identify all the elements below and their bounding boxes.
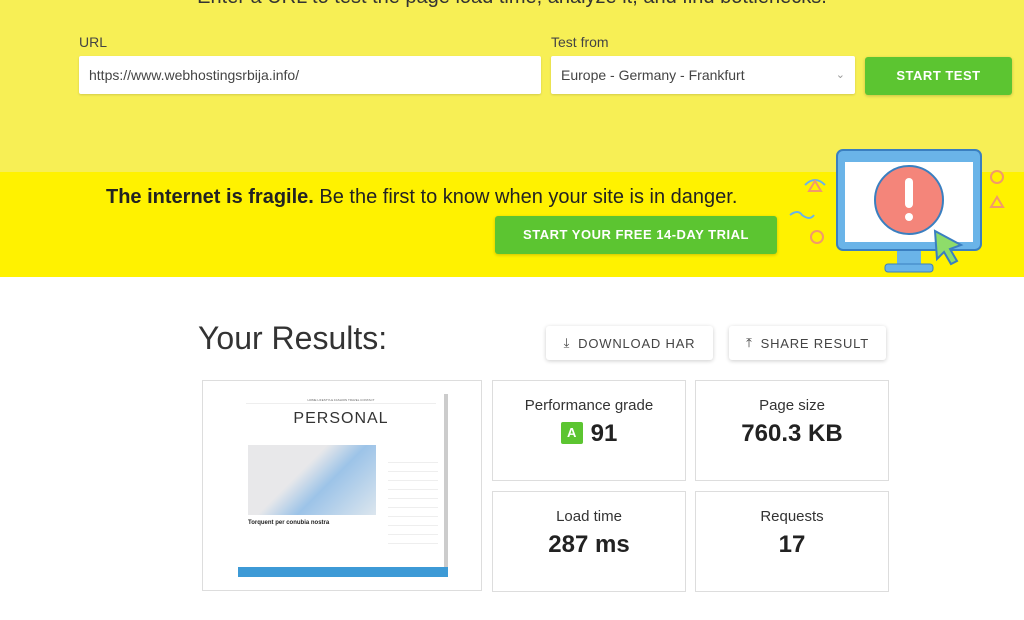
page-size-value: 760.3 KB — [741, 420, 843, 447]
load-time-card: Load time 287 ms — [492, 491, 686, 592]
start-trial-button[interactable]: START YOUR FREE 14-DAY TRIAL — [495, 216, 777, 254]
url-label: URL — [79, 34, 108, 50]
load-time-value: 287 ms — [548, 531, 630, 558]
share-label: SHARE RESULT — [760, 335, 869, 351]
requests-label: Requests — [760, 508, 824, 525]
screenshot-post-title: Torquent per conubia nostra — [248, 520, 330, 526]
requests-value: 17 — [778, 531, 806, 558]
start-test-button[interactable]: START TEST — [865, 57, 1012, 95]
screenshot-logo: PERSONAL — [293, 410, 389, 427]
performance-label: Performance grade — [524, 397, 654, 414]
performance-grade-card: Performance grade A 91 — [492, 380, 686, 481]
download-label: DOWNLOAD HAR — [578, 335, 696, 351]
results-title: Your Results: — [198, 320, 388, 356]
url-input[interactable]: https://www.webhostingsrbija.info/ — [79, 56, 541, 94]
upload-icon: ⤒ — [746, 335, 753, 350]
grade-badge: A — [560, 422, 583, 444]
page-screenshot-card: HOME LIFESTYLE FASHION TRAVEL CONTACT PE… — [202, 380, 482, 591]
promo-bold: The internet is fragile. — [106, 186, 314, 208]
test-from-value: Europe - Germany - Frankfurt — [561, 67, 745, 83]
test-from-label: Test from — [551, 34, 609, 50]
monitor-alert-illustration — [789, 149, 1005, 273]
page-size-card: Page size 760.3 KB — [695, 380, 889, 481]
test-from-select[interactable]: Europe - Germany - Frankfurt ⌄ — [551, 56, 855, 94]
download-har-button[interactable]: ⤓ DOWNLOAD HAR — [546, 326, 713, 360]
headline: Enter a URL to test the page load time, … — [0, 0, 1024, 9]
promo-rest: Be the first to know when your site is i… — [313, 186, 738, 208]
page-screenshot: HOME LIFESTYLE FASHION TRAVEL CONTACT PE… — [238, 394, 448, 577]
promo-text: The internet is fragile. Be the first to… — [106, 186, 737, 209]
requests-card: Requests 17 — [695, 491, 889, 592]
download-icon: ⤓ — [563, 335, 571, 350]
share-result-button[interactable]: ⤒ SHARE RESULT — [729, 326, 886, 360]
performance-value: 91 — [590, 420, 618, 447]
chevron-down-icon: ⌄ — [835, 69, 845, 81]
page-size-label: Page size — [759, 397, 825, 414]
load-time-label: Load time — [556, 508, 622, 525]
